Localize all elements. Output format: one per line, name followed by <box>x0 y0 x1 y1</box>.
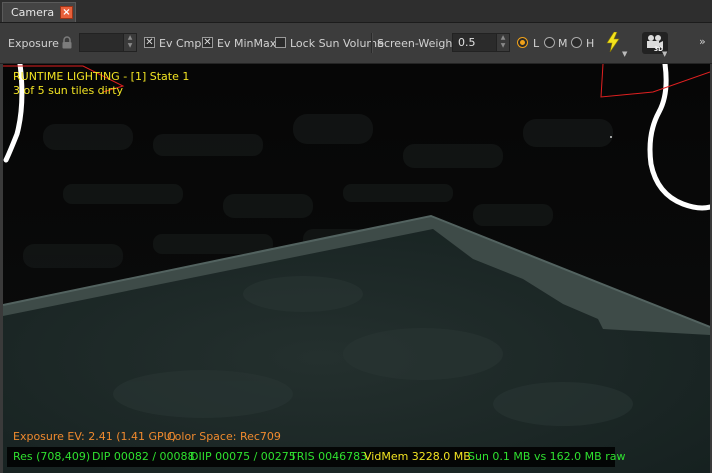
runtime-lighting-title: RUNTIME LIGHTING - [1] State 1 <box>13 70 190 83</box>
quality-radio-low[interactable] <box>517 37 528 48</box>
tab-strip: Camera × <box>0 0 712 23</box>
toolbar-overflow-chevron[interactable]: » <box>699 35 706 48</box>
stat-sun-memory: Sun 0.1 MB vs 162.0 MB raw <box>468 450 626 463</box>
tab-camera[interactable]: Camera × <box>2 2 76 22</box>
stat-res: Res (708,409) <box>13 450 91 463</box>
quality-label-medium: M <box>558 37 568 50</box>
exposure-ev-readout: Exposure EV: 2.41 (1.41 GPU) <box>13 430 176 443</box>
stat-vidmem: VidMem 3228.0 MB <box>364 450 471 463</box>
lock-icon[interactable] <box>61 36 73 49</box>
exposure-label: Exposure <box>8 37 59 50</box>
screen-weight-input[interactable]: 0.5 ▲ ▼ <box>452 33 510 52</box>
quality-radio-medium[interactable] <box>544 37 555 48</box>
quality-radio-high[interactable] <box>571 37 582 48</box>
sun-tiles-status: 3 of 5 sun tiles dirty <box>13 84 124 97</box>
stat-diip: DIIP 00075 / 00275 <box>190 450 296 463</box>
lock-sun-volume-checkbox[interactable] <box>275 37 286 48</box>
scene-render <box>3 64 710 473</box>
exposure-spinner[interactable]: ▲ ▼ <box>123 34 136 51</box>
ev-cmp-label: Ev Cmp <box>159 37 202 50</box>
ev-minmax-label: Ev MinMax <box>217 37 277 50</box>
camera-viewport[interactable]: RUNTIME LIGHTING - [1] State 1 3 of 5 su… <box>3 64 710 473</box>
stat-dip: DIP 00082 / 00088 <box>92 450 195 463</box>
lightning-icon[interactable] <box>606 32 620 52</box>
quality-label-high: H <box>586 37 595 50</box>
tab-camera-label: Camera <box>11 6 55 19</box>
stat-tris: TRIS 0046783 <box>290 450 368 463</box>
screen-weight-value: 0.5 <box>458 36 476 49</box>
camera-toolbar: Exposure ▲ ▼ ✕ Ev Cmp ✕ Ev MinMax Lock Su… <box>0 23 712 64</box>
stats-bar: Res (708,409) DIP 00082 / 00088 DIIP 000… <box>7 447 625 467</box>
camera-dropdown-arrow[interactable]: ▼ <box>662 50 667 58</box>
screen-weight-label: Screen-Weight <box>377 37 457 50</box>
close-icon[interactable]: × <box>60 6 73 19</box>
color-space-readout: Color Space: Rec709 <box>167 430 281 443</box>
lock-sun-volume-label: Lock Sun Volume <box>290 37 384 50</box>
toolbar-separator <box>371 33 373 53</box>
exposure-input[interactable]: ▲ ▼ <box>79 33 137 52</box>
quality-label-low: L <box>533 37 540 50</box>
screen-weight-spinner[interactable]: ▲ ▼ <box>496 34 509 51</box>
ev-cmp-checkbox[interactable]: ✕ <box>144 37 155 48</box>
ev-minmax-checkbox[interactable]: ✕ <box>202 37 213 48</box>
lightning-dropdown-arrow[interactable]: ▼ <box>622 50 627 58</box>
